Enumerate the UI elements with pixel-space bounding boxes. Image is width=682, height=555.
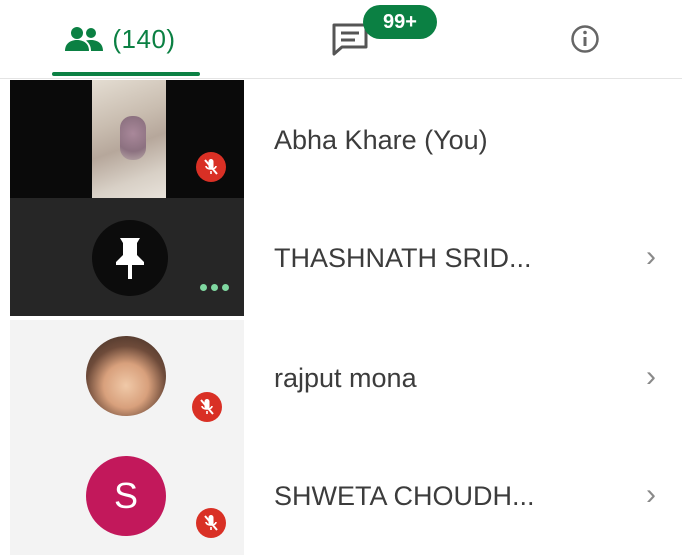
participant-name: Abha Khare (You) — [274, 124, 488, 155]
active-tab-indicator — [52, 72, 200, 76]
tab-bar: (140) 99+ — [0, 0, 682, 79]
participant-row[interactable]: rajput mona › — [262, 348, 682, 408]
mic-off-icon — [192, 392, 222, 422]
participant-name: rajput mona — [274, 362, 417, 393]
participant-tile-letter[interactable]: S — [10, 440, 244, 555]
chevron-right-icon[interactable]: › — [646, 242, 656, 272]
participant-row[interactable]: THASHNATH SRID... › — [262, 228, 682, 288]
participant-row[interactable]: Abha Khare (You) — [262, 110, 682, 170]
participant-tile-photo[interactable] — [10, 320, 244, 440]
pin-icon — [92, 220, 168, 296]
participant-row[interactable]: SHWETA CHOUDH... › — [262, 466, 682, 526]
chevron-right-icon[interactable]: › — [646, 480, 656, 510]
participant-tile-video[interactable] — [10, 80, 244, 198]
participant-count: (140) — [112, 23, 176, 54]
avatar — [86, 336, 166, 416]
info-icon — [571, 25, 599, 53]
avatar: S — [86, 456, 166, 536]
people-icon — [65, 27, 104, 51]
tab-info[interactable] — [540, 0, 630, 78]
more-options-icon[interactable] — [200, 284, 229, 291]
unread-badge: 99+ — [363, 5, 437, 39]
chevron-right-icon[interactable]: › — [646, 362, 656, 392]
tab-people[interactable]: (140) — [20, 0, 220, 78]
video-feed — [92, 80, 166, 198]
participant-name: SHWETA CHOUDH... — [274, 480, 535, 511]
participant-name: THASHNATH SRID... — [274, 242, 532, 273]
participant-tile-pinned[interactable] — [10, 198, 244, 316]
mic-off-icon — [196, 508, 226, 538]
mic-off-icon — [196, 152, 226, 182]
